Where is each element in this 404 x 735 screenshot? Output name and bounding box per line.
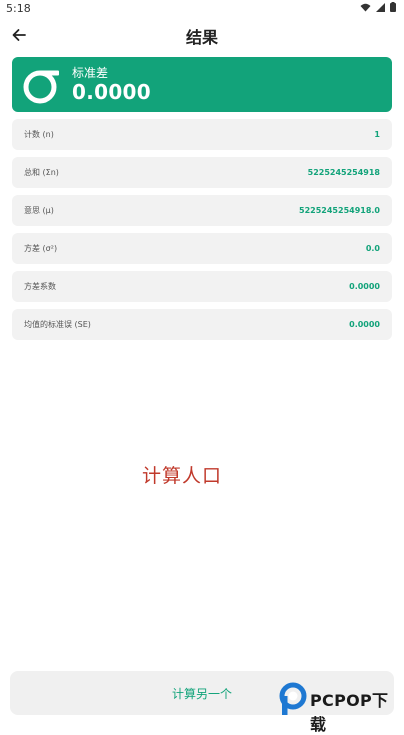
result-value: 0.0 xyxy=(365,244,380,253)
result-row-count: 计数 (n) 1 xyxy=(12,119,392,150)
result-row-variance: 方差 (σ²) 0.0 xyxy=(12,233,392,264)
status-icons xyxy=(360,2,396,12)
brand-logo-icon xyxy=(279,682,307,715)
battery-icon xyxy=(390,2,396,12)
result-value: 5225245254918 xyxy=(307,168,380,177)
status-bar: 5:18 xyxy=(0,0,404,18)
summary-label: 标准差 xyxy=(72,66,109,80)
sigma-icon xyxy=(23,70,59,104)
brand-name: PCPOP下载 xyxy=(310,691,389,734)
result-label: 方差系数 xyxy=(24,282,56,291)
result-label: 方差 (σ²) xyxy=(24,244,58,253)
result-label: 意思 (μ) xyxy=(24,206,54,215)
result-label: 计数 (n) xyxy=(24,130,54,139)
result-list: 计数 (n) 1 总和 (Σn) 5225245254918 意思 (μ) 52… xyxy=(12,119,392,347)
brand-logo: PCPOP下载 xyxy=(278,682,402,734)
result-value: 1 xyxy=(374,130,380,139)
wifi-icon xyxy=(360,3,371,11)
result-row-mean: 意思 (μ) 5225245254918.0 xyxy=(12,195,392,226)
result-value: 5225245254918.0 xyxy=(299,206,380,215)
result-row-cv: 方差系数 0.0000 xyxy=(12,271,392,302)
summary-value: 0.0000 xyxy=(72,80,151,104)
signal-icon xyxy=(376,2,385,12)
app-bar: 结果 xyxy=(0,18,404,52)
result-value: 0.0000 xyxy=(349,320,380,329)
result-row-sum: 总和 (Σn) 5225245254918 xyxy=(12,157,392,188)
watermark-text: 计算人口 xyxy=(141,465,222,487)
result-label: 均值的标准误 (SE) xyxy=(24,320,91,329)
result-row-se: 均值的标准误 (SE) 0.0000 xyxy=(12,309,392,340)
result-value: 0.0000 xyxy=(349,282,380,291)
summary-card: 标准差 0.0000 xyxy=(12,57,392,112)
status-time: 5:18 xyxy=(6,2,31,15)
page-title: 结果 xyxy=(185,28,218,47)
result-label: 总和 (Σn) xyxy=(24,168,59,177)
